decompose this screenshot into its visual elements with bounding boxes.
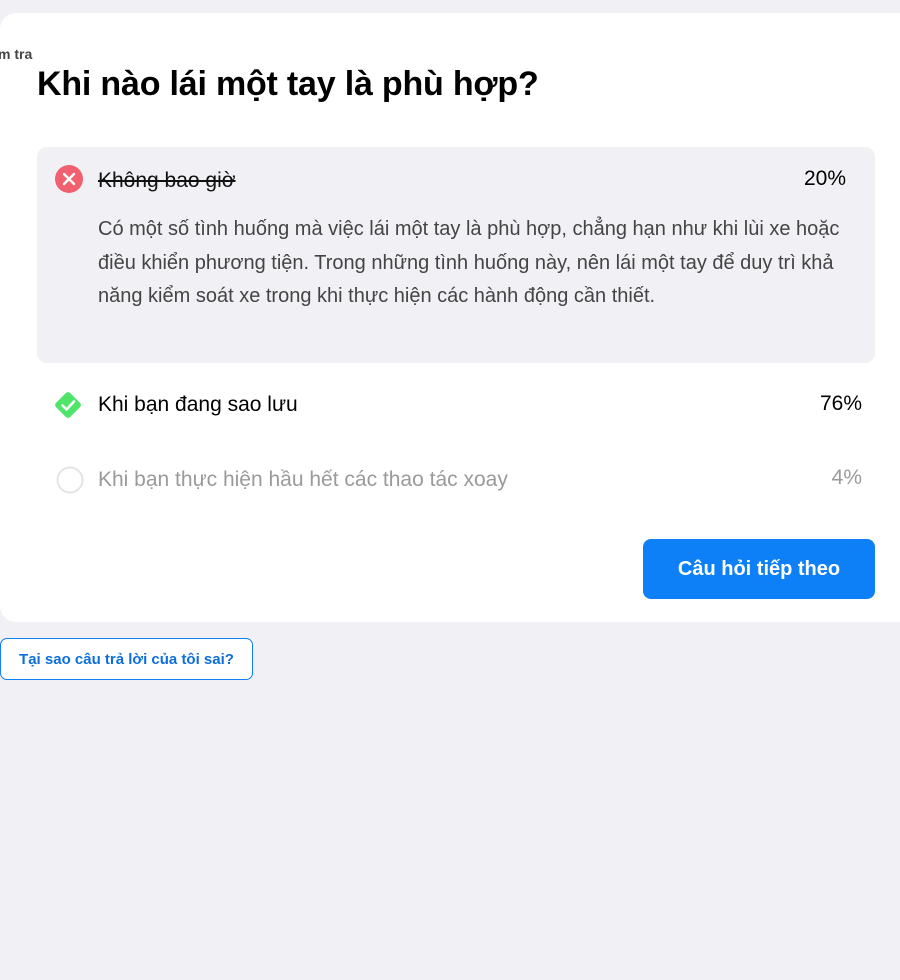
answer-explanation: Có một số tình huống mà việc lái một tay… <box>98 218 840 307</box>
x-circle-icon <box>55 165 83 193</box>
breadcrumb: m tra <box>0 46 33 62</box>
option-percent: 4% <box>831 466 862 489</box>
option-label: Khi bạn đang sao lưu <box>98 393 298 416</box>
option-label: Không bao giờ <box>98 169 236 192</box>
answer-option-wrong[interactable]: Không bao giờ 20% Có một số tình huống m… <box>37 147 875 363</box>
why-wrong-button[interactable]: Tại sao câu trả lời của tôi sai? <box>0 638 253 680</box>
option-percent: 76% <box>819 392 862 415</box>
question-title: Khi nào lái một tay là phù hợp? <box>37 65 539 103</box>
empty-radio-icon <box>56 466 84 494</box>
option-percent: 20% <box>803 167 846 190</box>
check-diamond-icon <box>51 388 85 422</box>
option-label: Khi bạn thực hiện hầu hết các thao tác x… <box>98 468 508 491</box>
quiz-card: m tra Khi nào lái một tay là phù hợp? Kh… <box>0 13 900 622</box>
next-question-button[interactable]: Câu hỏi tiếp theo <box>643 539 875 599</box>
